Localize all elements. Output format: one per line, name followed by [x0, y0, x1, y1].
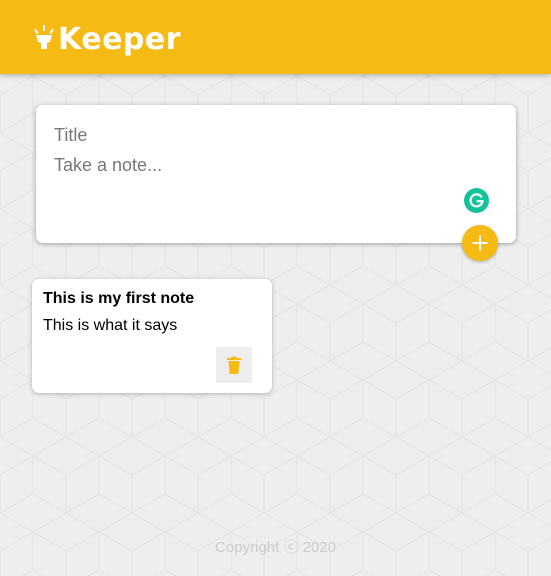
plus-icon — [472, 235, 488, 251]
add-note-button[interactable] — [462, 225, 498, 261]
create-note-form — [36, 105, 516, 243]
note-title: This is my first note — [43, 290, 195, 307]
note-card: This is my first note This is what it sa… — [32, 279, 272, 393]
lightbulb-icon — [34, 25, 54, 49]
note-content: This is what it says — [43, 317, 178, 334]
note-title-input[interactable] — [54, 122, 474, 148]
app-logo: Keeper — [34, 22, 181, 58]
app-header: Keeper — [0, 0, 551, 74]
app-title: Keeper — [58, 22, 182, 57]
delete-note-button[interactable] — [216, 347, 252, 383]
grammarly-icon[interactable] — [464, 188, 489, 213]
copyright-text: Copyright ⓒ 2020 — [215, 539, 336, 556]
note-content-input[interactable] — [54, 153, 474, 181]
trash-icon — [227, 356, 241, 374]
app-footer: Copyright ⓒ 2020 — [0, 536, 551, 556]
